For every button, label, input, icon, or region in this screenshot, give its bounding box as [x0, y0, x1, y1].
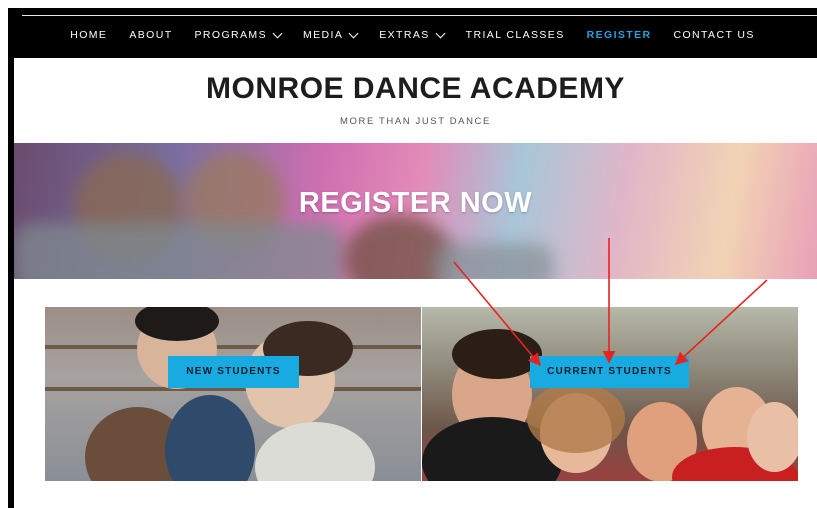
nav-item-register[interactable]: REGISTER	[587, 29, 652, 41]
photo-child-shirt	[255, 422, 375, 481]
new-students-button[interactable]: NEW STUDENTS	[168, 356, 299, 388]
photo-teen-hair	[452, 329, 542, 379]
site-title[interactable]: MONROE DANCE ACADEMY	[14, 72, 817, 106]
nav-divider	[22, 15, 817, 16]
nav-item-extras[interactable]: EXTRAS	[379, 28, 446, 41]
nav-label: TRIAL CLASSES	[465, 29, 565, 41]
photo-teen-hair	[527, 383, 625, 453]
chevron-down-icon	[435, 28, 446, 38]
hero-title: REGISTER NOW	[298, 187, 533, 219]
nav-label: REGISTER	[586, 29, 652, 41]
main-navigation: HOME ABOUT PROGRAMS MEDIA EXTRAS TRIAL C…	[8, 12, 817, 58]
nav-label: HOME	[70, 29, 108, 41]
nav-label: EXTRAS	[379, 29, 430, 41]
new-students-panel[interactable]: NEW STUDENTS	[45, 307, 421, 481]
nav-label: MEDIA	[302, 29, 344, 41]
hero-banner: REGISTER NOW	[14, 143, 817, 279]
nav-item-home[interactable]: HOME	[70, 29, 107, 41]
ballet-barre	[45, 345, 421, 349]
hero-photo-leotard	[14, 223, 344, 279]
current-students-panel[interactable]: CURRENT STUDENTS	[422, 307, 798, 481]
current-students-button[interactable]: CURRENT STUDENTS	[530, 356, 689, 388]
nav-label: CONTACT US	[673, 29, 755, 41]
hero-photo-leotard	[434, 243, 554, 279]
chevron-down-icon	[272, 28, 283, 38]
chevron-down-icon	[348, 28, 359, 38]
photo-teen	[747, 402, 798, 472]
nav-label: PROGRAMS	[194, 29, 267, 41]
nav-item-programs[interactable]: PROGRAMS	[194, 28, 283, 41]
nav-item-contact-us[interactable]: CONTACT US	[673, 29, 754, 41]
nav-item-about[interactable]: ABOUT	[129, 29, 172, 41]
photo-child-shirt	[165, 395, 255, 481]
nav-item-trial-classes[interactable]: TRIAL CLASSES	[466, 29, 565, 41]
nav-label: ABOUT	[129, 29, 173, 41]
site-tagline: MORE THAN JUST DANCE	[340, 116, 491, 127]
nav-item-media[interactable]: MEDIA	[302, 28, 359, 41]
